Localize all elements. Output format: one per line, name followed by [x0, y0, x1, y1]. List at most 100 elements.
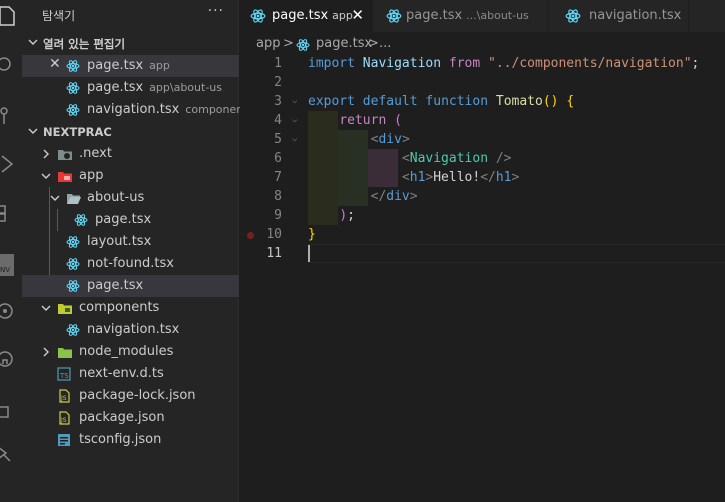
tree-folder-about-us[interactable]: about-us [22, 187, 239, 209]
typescript-file-icon: TS [57, 367, 71, 381]
react-file-icon [386, 9, 402, 23]
tree-item-label: layout.tsx [87, 234, 152, 249]
tree-file[interactable]: page.tsx [22, 209, 239, 231]
extensions-icon[interactable] [0, 199, 22, 225]
code-token: Tomato [495, 94, 543, 109]
breadcrumb-folder[interactable]: app [256, 36, 280, 51]
code-token: from [448, 56, 489, 71]
nv-icon[interactable]: NV [0, 250, 22, 278]
tree-file[interactable]: TS next-env.d.ts [22, 363, 239, 385]
next-folder-icon [58, 150, 72, 160]
tree-file[interactable]: layout.tsx [22, 231, 239, 253]
files-icon[interactable] [0, 2, 22, 28]
github-icon[interactable] [0, 345, 22, 371]
code-token: > [511, 170, 520, 185]
tree-file[interactable]: JS package.json [22, 407, 239, 429]
json-file-icon: JS [59, 389, 70, 403]
tree-item-label: .next [79, 146, 112, 161]
tree-item-label: page.tsx [87, 278, 144, 293]
code-token: default [362, 94, 426, 109]
tree-file[interactable]: navigation.tsx [22, 319, 239, 341]
code-line: </div> [308, 187, 418, 206]
share-icon[interactable] [0, 440, 22, 466]
line-number: 8 [274, 189, 282, 204]
node-folder-icon [58, 348, 72, 358]
code-token: div [378, 132, 402, 147]
fold-chevron-icon[interactable]: ⌵ [292, 96, 297, 106]
tree-folder-components[interactable]: components [22, 297, 239, 319]
open-editor-item[interactable]: ✕ page.tsx app [22, 55, 239, 77]
tree-folder-next[interactable]: .next [22, 143, 239, 165]
tab-page-app[interactable]: page.tsx app ✕ [240, 0, 373, 32]
react-file-icon [74, 214, 88, 226]
close-tab-button[interactable]: ✕ [351, 6, 364, 24]
react-file-icon [66, 258, 80, 270]
testing-icon[interactable] [0, 398, 22, 424]
code-token: ( [394, 113, 402, 128]
line-number: 5 [274, 132, 282, 147]
react-file-icon [66, 104, 80, 116]
app-folder-icon [58, 172, 72, 182]
open-editor-name: page.tsx [87, 80, 144, 95]
open-editor-item[interactable]: page.tsx app\about-us [22, 77, 239, 99]
breadcrumb-separator: > [368, 36, 379, 51]
tree-item-label: next-env.d.ts [79, 366, 164, 381]
tab-label: page.tsx [272, 8, 329, 23]
code-token: ; [691, 56, 700, 71]
tree-folder-node-modules[interactable]: node_modules [22, 341, 239, 363]
code-token: "../components/navigation" [488, 56, 692, 71]
more-actions-button[interactable]: ··· [208, 3, 224, 19]
svg-text:JS: JS [60, 395, 67, 402]
tree-file[interactable]: tsconfig.json [22, 429, 239, 451]
tab-page-about-us[interactable]: page.tsx ...\about-us [374, 0, 548, 32]
tree-folder-app[interactable]: app [22, 165, 239, 187]
open-editors-label: 열려 있는 편집기 [43, 37, 126, 51]
code-token: Navigation [362, 56, 449, 71]
tsconfig-file-icon [58, 434, 70, 446]
code-token: ; [347, 208, 355, 223]
chevron-down-icon [41, 305, 51, 311]
search-icon[interactable] [0, 52, 22, 78]
code-line: <Navigation /> [308, 149, 512, 168]
line-number: 7 [274, 170, 282, 185]
line-number: 3 [274, 94, 282, 109]
breadcrumb: app > page.tsx > ... [240, 33, 725, 55]
tree-file[interactable]: JS package-lock.json [22, 385, 239, 407]
sidebar-title: 탐색기 [42, 9, 76, 23]
code-token: Navigation [409, 151, 489, 166]
code-line: export default function Tomato() { [308, 92, 574, 111]
run-debug-icon[interactable] [0, 150, 22, 176]
open-editors-header[interactable]: 열려 있는 편집기 [22, 32, 239, 54]
chevron-right-icon [43, 347, 49, 357]
code-line: <div> [308, 130, 410, 149]
close-icon[interactable]: ✕ [49, 56, 61, 72]
fold-chevron-icon[interactable]: ⌵ [292, 115, 297, 125]
line-number: 4 [274, 113, 282, 128]
tree-item-label: package.json [79, 410, 165, 425]
open-editor-item[interactable]: navigation.tsx components [22, 99, 253, 121]
react-file-icon [296, 39, 310, 51]
code-token: () { [542, 94, 575, 109]
react-file-icon [66, 280, 80, 292]
tree-item-label: page.tsx [95, 212, 152, 227]
code-line: import Navigation from "../components/na… [308, 54, 699, 73]
tree-file-active[interactable]: page.tsx [22, 275, 239, 297]
breadcrumb-more[interactable]: ... [379, 36, 391, 51]
svg-text:NV: NV [0, 266, 10, 274]
source-control-icon[interactable] [0, 102, 22, 128]
breadcrumb-file[interactable]: page.tsx [316, 36, 372, 51]
remote-icon[interactable] [0, 297, 22, 323]
project-header[interactable]: NEXTPRAC [22, 121, 239, 143]
breadcrumb-separator: > [283, 36, 294, 51]
react-file-icon [66, 82, 80, 94]
fold-chevron-icon[interactable]: ⌵ [292, 134, 297, 144]
tab-navigation[interactable]: navigation.tsx [549, 0, 689, 32]
json-file-icon: JS [59, 411, 70, 425]
tree-file[interactable]: not-found.tsx [22, 253, 239, 275]
code-token: < [401, 151, 410, 166]
code-token: ) [339, 208, 348, 223]
